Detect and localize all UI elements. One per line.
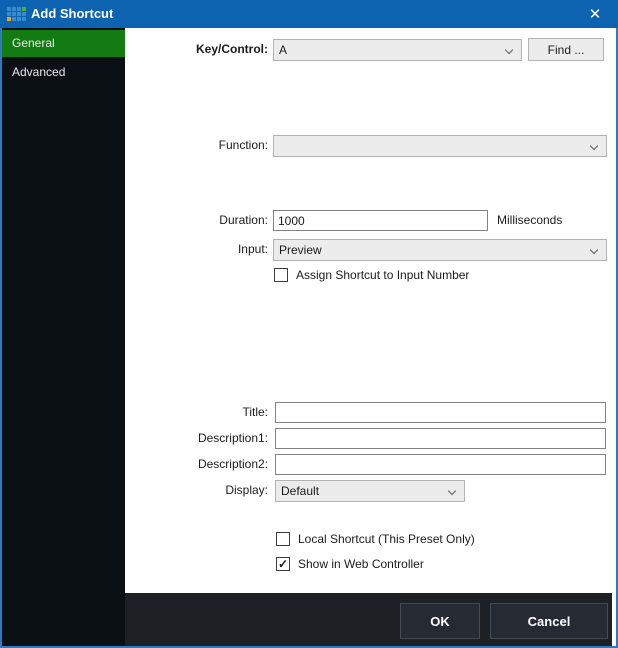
sidebar: General Advanced [2,28,125,646]
assign-input-number-label: Assign Shortcut to Input Number [296,267,469,283]
local-shortcut-checkbox[interactable]: ✓ [276,532,290,546]
chevron-down-icon [590,142,598,150]
title-label: Title: [130,402,268,423]
milliseconds-label: Milliseconds [497,210,562,231]
app-logo-icon [7,7,26,21]
key-control-dropdown[interactable]: A [273,39,522,61]
display-label: Display: [130,480,268,501]
titlebar[interactable]: Add Shortcut ✕ [0,0,618,28]
assign-input-number-checkbox[interactable]: ✓ [274,268,288,282]
chevron-down-icon [448,487,456,495]
checkmark-icon: ✓ [278,557,288,571]
function-label: Function: [130,135,268,156]
find-button[interactable]: Find ... [528,38,604,61]
ok-button[interactable]: OK [400,603,480,639]
duration-label: Duration: [130,210,268,231]
chevron-down-icon [505,46,513,54]
title-input[interactable] [275,402,606,423]
function-dropdown[interactable] [273,135,607,157]
add-shortcut-dialog: Add Shortcut ✕ General Advanced Key/Cont… [0,0,618,648]
duration-input[interactable] [273,210,488,231]
input-label: Input: [130,239,268,260]
input-value: Preview [279,243,322,257]
description1-input[interactable] [275,428,606,449]
local-shortcut-label: Local Shortcut (This Preset Only) [298,531,475,547]
tab-general[interactable]: General [2,30,125,57]
description2-label: Description2: [130,454,268,475]
input-dropdown[interactable]: Preview [273,239,607,261]
key-control-value: A [279,43,287,57]
display-dropdown[interactable]: Default [275,480,465,502]
display-value: Default [281,484,319,498]
description2-input[interactable] [275,454,606,475]
description1-label: Description1: [130,428,268,449]
close-icon[interactable]: ✕ [578,0,612,28]
chevron-down-icon [590,246,598,254]
tab-advanced[interactable]: Advanced [2,59,125,86]
cancel-button[interactable]: Cancel [490,603,608,639]
web-controller-checkbox[interactable]: ✓ [276,557,290,571]
web-controller-label: Show in Web Controller [298,556,424,572]
key-control-label: Key/Control: [130,39,268,60]
window-title: Add Shortcut [31,0,113,28]
